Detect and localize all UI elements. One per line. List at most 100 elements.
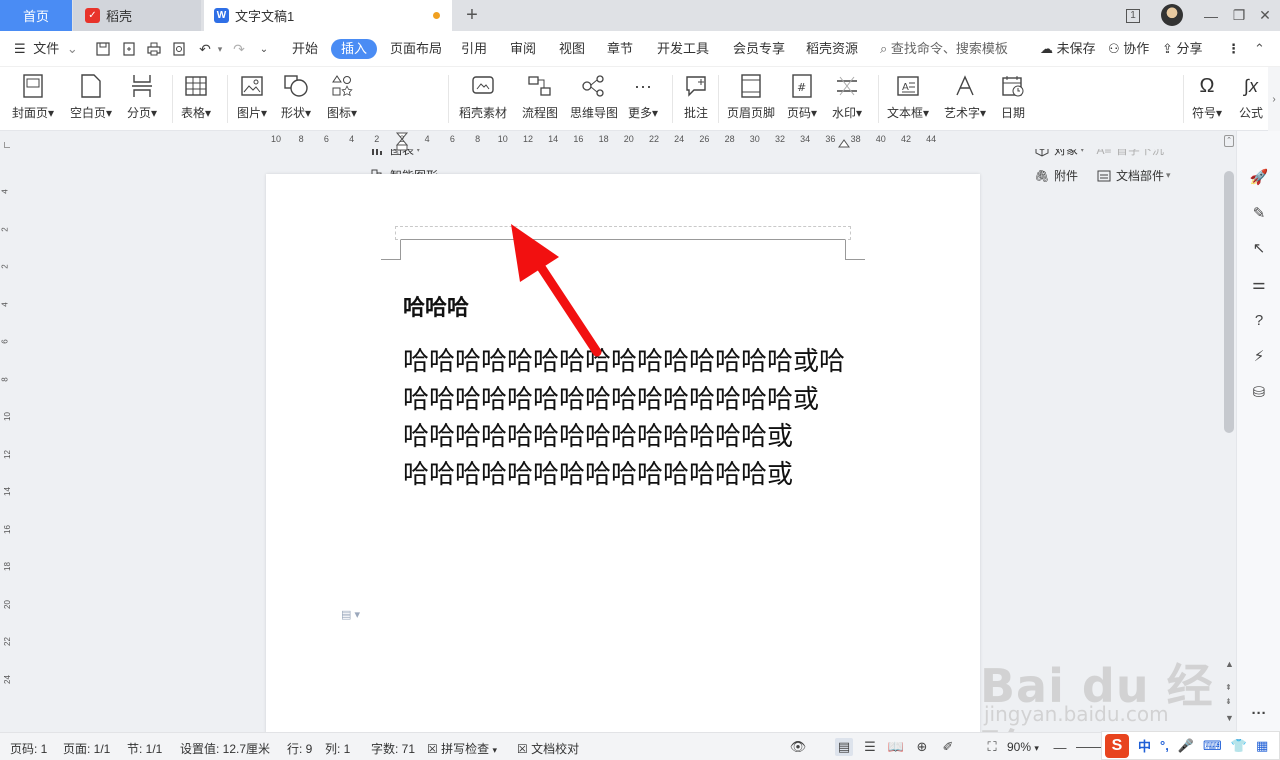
mindmap-button[interactable]: 思维导图 [570,71,618,121]
sogou-logo-icon[interactable]: S [1105,733,1129,758]
status-row[interactable]: 行: 9 [287,740,312,757]
more-insert-button[interactable]: ··· 更多▾ [628,71,658,121]
minimize-button[interactable]: — [1196,0,1226,31]
date-button[interactable]: 日期 [1000,71,1026,121]
collaborate-button[interactable]: ⚇ 协作 [1108,39,1149,59]
page-number-button[interactable]: # 页码▾ [787,71,817,121]
backup-icon[interactable]: ⛁ [1249,382,1269,402]
vertical-ruler[interactable]: 4 2 2 4 6 8 10 12 14 16 18 20 22 24 [0,149,16,732]
formula-button[interactable]: ∫x 公式 [1238,71,1264,121]
status-section[interactable]: 节: 1/1 [127,740,162,757]
cover-page-button[interactable]: 封面页▾ [12,71,54,121]
lightning-icon[interactable]: ⚡ [1249,346,1269,366]
menu-insert[interactable]: 插入 [331,39,378,59]
menu-chapter[interactable]: 章节 [607,39,633,59]
menu-page-layout[interactable]: 页面布局 [390,39,442,59]
status-page-number[interactable]: 页码: 1 [10,740,47,757]
paragraph[interactable]: 哈哈哈哈哈哈哈哈哈哈哈哈哈哈或 [403,419,853,457]
picture-button[interactable]: 图片▾ [237,71,267,121]
paragraph-handle-icon[interactable]: ▤ ▾ [341,608,360,621]
menu-view[interactable]: 视图 [559,39,585,59]
fit-page-icon[interactable]: ⛶ [983,738,1001,756]
menu-developer[interactable]: 开发工具 [657,39,709,59]
comment-button[interactable]: 批注 [683,71,709,121]
split-view-icon[interactable]: ⌃ [1224,135,1234,147]
quick-access-more-icon[interactable]: ⌄ [255,40,273,58]
window-list-button[interactable]: 1 [1118,0,1148,31]
next-page-icon[interactable]: ⇟ [1225,697,1232,706]
daoke-material-button[interactable]: 稻壳素材 [459,71,507,121]
document-page[interactable]: 哈哈哈 哈哈哈哈哈哈哈哈哈哈哈哈哈哈哈或哈哈哈哈哈哈哈哈哈哈哈哈哈哈哈哈或 哈哈… [266,174,980,734]
vertical-scrollbar[interactable]: ⌃ ▲ ⇞ ⇟ ▼ [1222,131,1236,732]
tab-home[interactable]: 首页 [0,0,72,31]
page-break-button[interactable]: 分页▾ [127,71,157,121]
status-column[interactable]: 列: 1 [325,740,350,757]
wordart-button[interactable]: 艺术字▾ [944,71,986,121]
header-footer-button[interactable]: 页眉页脚 [727,71,775,121]
avatar[interactable] [1161,4,1183,26]
status-setting[interactable]: 设置值: 12.7厘米 [180,740,270,757]
blank-page-button[interactable]: 空白页▾ [70,71,112,121]
command-search[interactable]: ⌕ 查找命令、搜索模板 [880,39,1008,59]
save-icon[interactable] [94,40,112,58]
paragraph[interactable]: 哈哈哈哈哈哈哈哈哈哈哈哈哈哈或 [403,457,853,495]
horizontal-ruler[interactable]: 10 8 6 4 2 2 4 6 8 10 12 14 16 18 20 22 24 26 28 30 32 34 36 38… [0,131,1222,151]
microphone-icon[interactable]: 🎤 [1178,738,1194,754]
cursor-icon[interactable]: ↖ [1249,238,1269,258]
print-icon[interactable] [145,40,163,58]
ime-mode-toggle[interactable]: 中 [1138,736,1151,755]
unsaved-button[interactable]: ☁ 未保存 [1040,39,1096,59]
table-button[interactable]: 表格▾ [181,71,211,121]
pen-icon[interactable]: ✎ [1249,203,1269,223]
spellcheck-button[interactable]: ☒ 拼写检查 ▾ [427,740,497,757]
tab-daoke[interactable]: ✓ 稻壳 [73,0,201,31]
tab-document[interactable]: W 文字文稿1 [204,0,452,31]
paragraph[interactable]: 哈哈哈哈哈哈哈哈哈哈哈哈哈哈哈或哈哈哈哈哈哈哈哈哈哈哈哈哈哈哈哈或 [403,344,853,419]
watermark-button[interactable]: 水印▾ [832,71,862,121]
right-indent-marker-icon[interactable] [838,135,850,149]
web-view-icon[interactable]: ⊕ [913,738,931,756]
outline-view-icon[interactable]: ☰ [861,738,879,756]
proofread-button[interactable]: ☒ 文档校对 [517,740,579,757]
scrollbar-thumb[interactable] [1224,171,1234,433]
page-view-icon[interactable]: ▤ [835,738,853,756]
export-pdf-icon[interactable] [120,40,138,58]
tab-stop-selector[interactable] [4,142,10,148]
menu-member[interactable]: 会员专享 [733,39,785,59]
document-body[interactable]: 哈哈哈哈哈哈哈哈哈哈哈哈哈哈哈或哈哈哈哈哈哈哈哈哈哈哈哈哈哈哈哈或 哈哈哈哈哈哈… [403,344,853,494]
file-menu[interactable]: ☰ 文件 ⌄ [14,39,78,59]
skin-icon[interactable]: 👕 [1231,738,1247,754]
share-button[interactable]: ⇪ 分享 [1162,39,1203,59]
menu-review[interactable]: 审阅 [510,39,536,59]
zoom-out-icon[interactable]: — [1051,738,1069,756]
menu-start[interactable]: 开始 [292,39,318,59]
textbox-button[interactable]: A 文本框▾ [887,71,929,121]
prev-page-icon[interactable]: ⇞ [1225,683,1232,692]
ribbon-scroll-right-icon[interactable]: › [1268,67,1280,131]
eye-protection-icon[interactable]: 👁 [789,738,807,756]
attachment-button[interactable]: 🖇 附件 [1034,167,1078,184]
status-pages[interactable]: 页面: 1/1 [63,740,110,757]
shape-button[interactable]: 形状▾ [281,71,311,121]
menu-daoke-resources[interactable]: 稻壳资源 [806,39,858,59]
header-area[interactable] [395,226,851,240]
zoom-dropdown[interactable]: 90% ▾ [1007,740,1039,754]
undo-dropdown-icon[interactable]: ▾ [211,40,229,58]
toolbox-icon[interactable]: ▦ [1256,738,1268,754]
symbol-button[interactable]: Ω 符号▾ [1192,71,1222,121]
flowchart-button[interactable]: 流程图 [522,71,558,121]
help-icon[interactable]: ? [1249,310,1269,330]
scroll-down-icon[interactable]: ▼ [1225,713,1234,723]
menu-references[interactable]: 引用 [461,39,487,59]
icon-button[interactable]: 图标▾ [327,71,357,121]
new-tab-button[interactable]: + [458,0,486,31]
more-options-icon[interactable]: ⋮ [1227,39,1240,59]
punctuation-icon[interactable]: °, [1160,738,1169,753]
scroll-up-icon[interactable]: ▲ [1225,659,1234,669]
write-view-icon[interactable]: ✐ [939,738,957,756]
close-button[interactable]: ✕ [1250,0,1280,31]
sliders-icon[interactable]: ⚌ [1249,274,1269,294]
redo-icon[interactable]: ↷ [230,40,248,58]
status-word-count[interactable]: 字数: 71 [371,740,415,757]
doc-parts-button[interactable]: 文档部件 ▾ [1096,167,1171,184]
